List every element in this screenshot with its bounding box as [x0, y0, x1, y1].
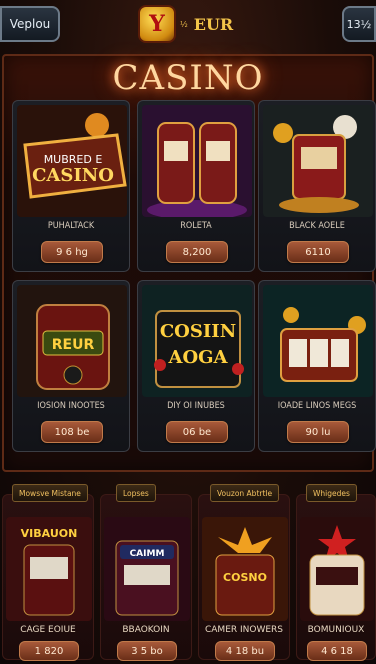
game-card[interactable]: COSIIN AOGA DIY OI INUBES 06 be: [137, 280, 255, 452]
featured-tag: Lopses: [116, 484, 156, 502]
game-art: COSIIN AOGA: [142, 285, 252, 397]
game-play-button[interactable]: 108 be: [41, 421, 103, 443]
art-text: AOGA: [168, 347, 229, 368]
featured-art: COSNO: [202, 517, 288, 621]
featured-card[interactable]: VIBAUON CAGE EOIUE 1 820: [2, 494, 94, 661]
game-art: [263, 285, 373, 397]
featured-art: VIBAUON: [6, 517, 92, 621]
game-art: MUBRED E CASINO: [17, 105, 127, 217]
brand-logo[interactable]: Y ½ EUR: [138, 5, 234, 43]
game-play-button[interactable]: 90 lu: [287, 421, 349, 443]
page-title: CASINO: [112, 58, 264, 98]
game-title: ROLETA: [180, 221, 212, 231]
art-text: REUR: [52, 337, 95, 353]
featured-play-button[interactable]: 4 6 18: [307, 641, 367, 661]
featured-art: CAIMM: [104, 517, 190, 621]
featured-tag: Mowsve Mistane: [12, 484, 88, 502]
featured-art: [300, 517, 374, 621]
game-art: [263, 105, 373, 217]
game-card[interactable]: MUBRED E CASINO PUHALTACK 9 6 hg: [12, 100, 130, 272]
featured-title: CAGE EOIUE: [20, 625, 76, 635]
featured-card[interactable]: BOMUNIOUX 4 6 18: [296, 494, 376, 661]
featured-title: BOMUNIOUX: [307, 625, 365, 635]
game-art: REUR: [17, 285, 127, 397]
game-title: IOADE LINOS MEGS: [277, 401, 357, 411]
art-text: VIBAUON: [21, 527, 78, 540]
game-play-button[interactable]: 06 be: [166, 421, 228, 443]
logo-badge: Y: [138, 5, 176, 43]
logo-text: EUR: [193, 14, 234, 34]
featured-play-button[interactable]: 3 5 bo: [117, 641, 177, 661]
explore-button[interactable]: Veplou: [0, 6, 60, 42]
game-art: [142, 105, 252, 217]
featured-title: CAMER INOWERS: [204, 625, 284, 635]
top-bar: Veplou Y ½ EUR 13½: [0, 0, 376, 52]
game-card[interactable]: IOADE LINOS MEGS 90 lu: [258, 280, 376, 452]
featured-title: BBAOKOIN: [122, 625, 170, 635]
featured-play-button[interactable]: 1 820: [19, 641, 79, 661]
featured-row: VIBAUON CAGE EOIUE 1 820 Mowsve Mistane …: [0, 480, 376, 664]
featured-card[interactable]: CAIMM BBAOKOIN 3 5 bo: [100, 494, 192, 661]
art-text: COSIIN: [160, 321, 236, 342]
game-card[interactable]: BLACK AOELE 6110: [258, 100, 376, 272]
game-play-button[interactable]: 6110: [287, 241, 349, 263]
menu-button[interactable]: 13½: [342, 6, 376, 42]
featured-tag: Vouzon Abtrtle: [210, 484, 280, 502]
game-card[interactable]: REUR IOSION INOOTES 108 be: [12, 280, 130, 452]
featured-card[interactable]: COSNO CAMER INOWERS 4 18 bu: [198, 494, 290, 661]
game-title: DIY OI INUBES: [167, 401, 225, 411]
art-text: CAIMM: [130, 549, 165, 559]
art-text: COSNO: [223, 571, 267, 584]
game-title: BLACK AOELE: [289, 221, 345, 231]
featured-tag: Whigedes: [306, 484, 357, 502]
art-text: CASINO: [32, 165, 114, 186]
game-card[interactable]: ROLETA 8,200: [137, 100, 255, 272]
featured-play-button[interactable]: 4 18 bu: [215, 641, 275, 661]
game-play-button[interactable]: 8,200: [166, 241, 228, 263]
game-play-button[interactable]: 9 6 hg: [41, 241, 103, 263]
game-title: PUHALTACK: [47, 221, 95, 231]
game-title: IOSION INOOTES: [37, 401, 105, 411]
logo-small-text: ½: [180, 19, 188, 29]
